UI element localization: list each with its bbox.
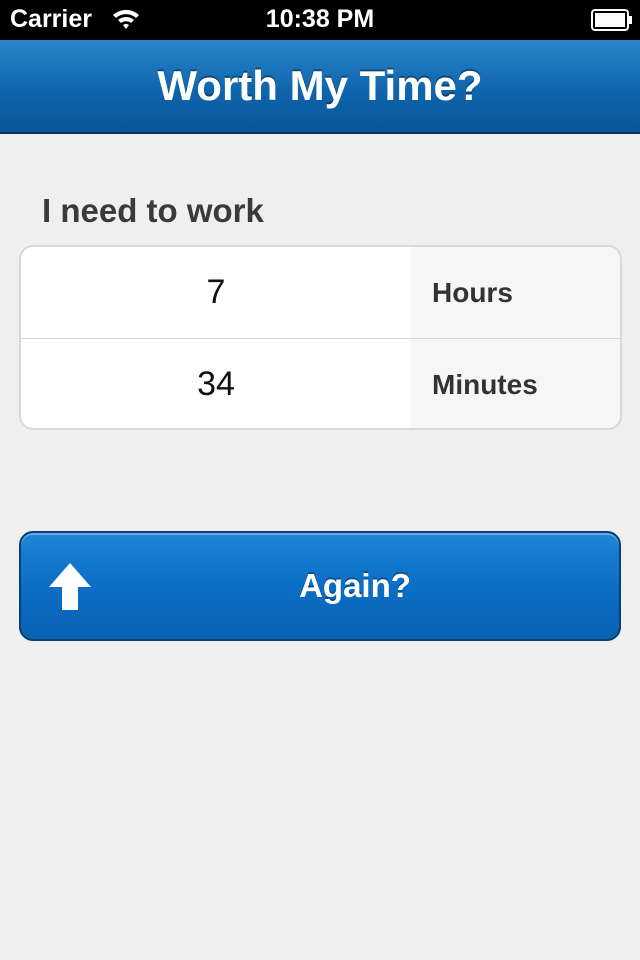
battery-icon xyxy=(591,9,632,31)
minutes-value: 34 xyxy=(197,365,235,403)
hours-unit-label: Hours xyxy=(411,247,620,338)
again-button[interactable]: Again? xyxy=(19,531,621,641)
navigation-bar: Worth My Time? xyxy=(0,40,640,134)
minutes-unit-label: Minutes xyxy=(411,339,620,428)
hours-row: 7 Hours xyxy=(21,247,620,338)
again-button-label: Again? xyxy=(299,567,411,604)
hours-value: 7 xyxy=(206,273,226,311)
page-title: Worth My Time? xyxy=(157,62,483,109)
result-table: 7 Hours 34 Minutes xyxy=(19,245,622,430)
section-label: I need to work xyxy=(42,192,264,229)
minutes-row: 34 Minutes xyxy=(21,339,620,428)
status-bar: Carrier 10:38 PM xyxy=(0,0,640,40)
status-time: 10:38 PM xyxy=(265,5,375,33)
